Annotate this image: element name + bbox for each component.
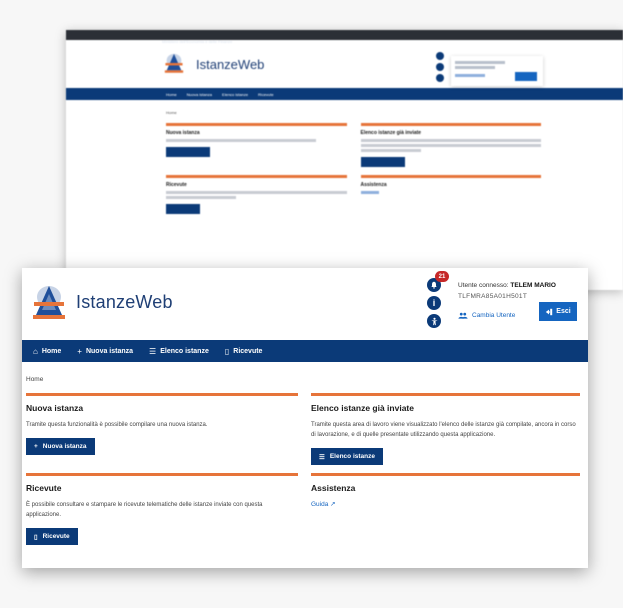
accessibility-button[interactable] — [427, 314, 441, 328]
card-new-request-desc: Tramite questa funzionalità è possibile … — [26, 422, 208, 428]
back-card-help-title: Assistenza — [360, 182, 387, 188]
nav-receipts-label: Ricevute — [233, 347, 263, 355]
guide-link[interactable]: Guida ↗ — [311, 500, 580, 508]
breadcrumb[interactable]: Home — [26, 376, 584, 383]
back-breadcrumb: Home — [166, 110, 177, 115]
notifications-button[interactable]: 21 — [427, 271, 449, 292]
back-card-receipts-button — [166, 204, 200, 214]
list-icon: ☰ — [149, 346, 157, 356]
back-nav-home: Home — [166, 91, 177, 97]
card-receipts-desc: È possibile consultare e stampare le ric… — [26, 502, 263, 518]
ministry-bar: Ministero dell'Economia e delle Finanze — [66, 30, 623, 44]
fiscal-code: TLFMRA85A01H501T — [458, 293, 528, 300]
home-icon: ⌂ — [33, 346, 38, 356]
card-divider — [311, 393, 580, 396]
logout-icon — [546, 308, 553, 315]
receipts-button-label: Ricevute — [42, 533, 70, 540]
back-card-new-button — [166, 147, 210, 157]
back-card-help: Assistenza — [360, 175, 541, 214]
main-content: Home Nuova istanza Tramite questa funzio… — [22, 362, 588, 545]
request-list-button[interactable]: ☰ Elenco istanze — [311, 448, 383, 465]
user-info-box: Utente connesso: TELEM MARIO TLFMRA85A01… — [453, 278, 577, 332]
back-header: IstanzeWeb — [66, 40, 623, 88]
app-logo-icon — [164, 53, 184, 73]
back-nav: Home Nuova istanza Elenco istanze Ricevu… — [66, 88, 623, 100]
main-window: IstanzeWeb 21 i Utente connesso: TELEM M… — [22, 268, 588, 568]
card-divider — [26, 473, 298, 476]
plus-icon: + — [34, 443, 38, 450]
new-request-button[interactable]: + Nuova istanza — [26, 438, 95, 455]
card-request-list-desc: Tramite questa area di lavoro viene visu… — [311, 422, 576, 438]
back-card-list-title: Elenco istanze già inviate — [360, 130, 422, 136]
exit-button[interactable]: Esci — [539, 302, 577, 321]
request-list-button-label: Elenco istanze — [329, 453, 375, 460]
nav-home-label: Home — [41, 347, 62, 355]
list-icon: ☰ — [319, 453, 325, 461]
card-request-list-title: Elenco istanze già inviate — [311, 403, 414, 413]
accessibility-icon — [430, 317, 438, 325]
users-icon — [458, 312, 468, 319]
card-new-request-title: Nuova istanza — [26, 403, 84, 413]
new-request-button-label: Nuova istanza — [42, 443, 87, 450]
info-button[interactable]: i — [427, 296, 441, 310]
info-icon — [436, 63, 444, 71]
back-brand: IstanzeWeb — [196, 57, 265, 72]
nav-new-request-label: Nuova istanza — [85, 347, 134, 355]
app-logo-icon[interactable] — [31, 284, 67, 320]
notifications-icon — [436, 52, 444, 60]
card-request-list: Elenco istanze già inviate Tramite quest… — [311, 393, 580, 465]
info-icon: i — [432, 298, 436, 308]
switch-user-link[interactable]: Cambia Utente — [458, 312, 515, 319]
card-divider — [26, 393, 298, 396]
plus-icon: + — [77, 346, 82, 356]
background-window: Ministero dell'Economia e delle Finanze … — [66, 30, 623, 290]
back-card-receipts: Ricevute — [166, 175, 347, 214]
back-nav-receipts: Ricevute — [258, 91, 274, 97]
back-user-box — [451, 56, 543, 86]
back-card-new: Nuova istanza — [166, 123, 347, 167]
receipt-icon: ▯ — [224, 346, 230, 356]
back-card-receipts-title: Ricevute — [166, 182, 187, 188]
main-nav: ⌂ Home + Nuova istanza ☰ Elenco istanze … — [22, 340, 588, 362]
exit-label: Esci — [556, 308, 571, 315]
back-content: Home Nuova istanza Elenco istanze già in… — [66, 100, 623, 214]
connected-label: Utente connesso: — [458, 282, 509, 289]
user-name: TELEM MARIO — [510, 282, 556, 289]
nav-request-list[interactable]: ☰ Elenco istanze — [149, 347, 209, 356]
header-icon-column: 21 i — [427, 271, 449, 332]
accessibility-icon — [436, 74, 444, 82]
back-exit-button — [515, 72, 537, 81]
bell-icon — [431, 281, 437, 289]
card-help: Assistenza Guida ↗ — [311, 473, 580, 545]
card-help-title: Assistenza — [311, 483, 356, 493]
notification-count-badge: 21 — [435, 271, 449, 282]
receipts-button[interactable]: ▯ Ricevute — [26, 528, 78, 545]
app-title[interactable]: IstanzeWeb — [76, 292, 173, 313]
connected-user-line: Utente connesso: TELEM MARIO — [458, 282, 556, 289]
back-nav-new: Nuova istanza — [186, 91, 213, 97]
card-receipts: Ricevute È possibile consultare e stampa… — [26, 473, 298, 545]
card-receipts-title: Ricevute — [26, 483, 62, 493]
nav-new-request[interactable]: + Nuova istanza — [77, 347, 133, 356]
nav-receipts[interactable]: ▯ Ricevute — [225, 347, 263, 356]
nav-request-list-label: Elenco istanze — [160, 347, 209, 355]
back-card-list: Elenco istanze già inviate — [360, 123, 541, 167]
back-icon-column — [436, 52, 444, 85]
back-card-new-title: Nuova istanza — [166, 130, 200, 136]
switch-user-label: Cambia Utente — [472, 312, 516, 319]
back-card-list-button — [360, 157, 405, 167]
receipt-icon: ▯ — [34, 533, 38, 541]
card-new-request: Nuova istanza Tramite questa funzionalit… — [26, 393, 298, 465]
card-divider — [311, 473, 580, 476]
back-nav-list: Elenco istanze — [222, 91, 249, 97]
app-header: IstanzeWeb 21 i Utente connesso: TELEM M… — [22, 268, 588, 340]
nav-home[interactable]: ⌂ Home — [33, 347, 61, 356]
